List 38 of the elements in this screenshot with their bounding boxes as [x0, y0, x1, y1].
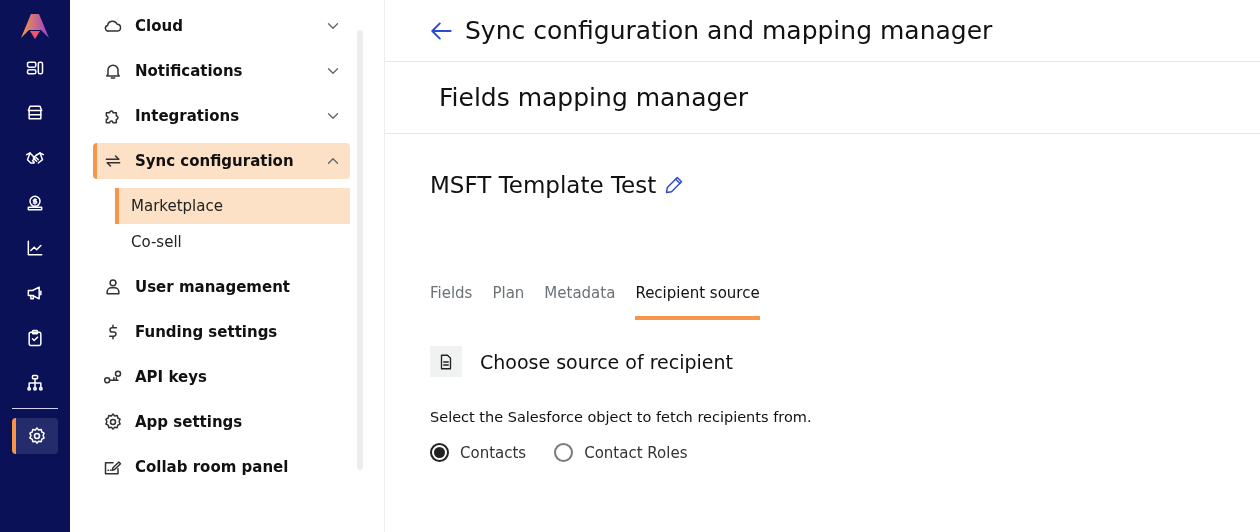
pencil-icon [664, 175, 685, 195]
sidebar-item[interactable]: Cloud [93, 8, 350, 44]
settings-icon [103, 412, 123, 432]
logo-icon [19, 12, 51, 40]
key-icon [103, 367, 123, 387]
tab[interactable]: Recipient source [635, 284, 760, 320]
sidebar-item[interactable]: User management [93, 269, 350, 305]
radio-button[interactable] [554, 443, 574, 462]
page-title: Sync configuration and mapping manager [465, 16, 993, 45]
megaphone-icon [25, 283, 45, 303]
sidebar-item[interactable]: App settings [93, 404, 350, 440]
section-heading: Choose source of recipient [480, 350, 733, 373]
sidebar-item[interactable]: Collab room panel [93, 449, 350, 485]
radio-label[interactable]: Contacts [460, 443, 527, 462]
radio-button[interactable] [430, 443, 449, 462]
hierarchy-icon [25, 373, 45, 393]
radio-label[interactable]: Contact Roles [584, 443, 688, 462]
tab[interactable]: Metadata [544, 284, 616, 320]
dashboard-icon [25, 58, 45, 78]
clipboard-check-icon [25, 328, 45, 348]
settings-icon [27, 426, 47, 446]
section-title: Fields mapping manager [439, 83, 749, 112]
sidebar-subitem[interactable]: Co-sell [115, 224, 350, 260]
tab[interactable]: Fields [430, 284, 473, 320]
store-icon [25, 103, 45, 123]
sidebar-item[interactable]: Sync configuration [93, 143, 350, 179]
sidebar-item[interactable]: Funding settings [93, 314, 350, 350]
line-chart-icon [25, 238, 45, 258]
sidebar-item[interactable]: Integrations [93, 98, 350, 134]
rail-item[interactable] [12, 418, 58, 454]
tab[interactable]: Plan [492, 284, 525, 320]
template-name: MSFT Template Test [430, 172, 657, 198]
coin-stand-icon [25, 193, 45, 213]
description: Select the Salesforce object to fetch recipients from. [430, 409, 813, 425]
sidebar-item[interactable]: API keys [93, 359, 350, 395]
user-icon [103, 277, 123, 297]
sidebar-subitem[interactable]: Marketplace [115, 188, 350, 224]
sidebar-item[interactable]: Notifications [93, 53, 350, 89]
